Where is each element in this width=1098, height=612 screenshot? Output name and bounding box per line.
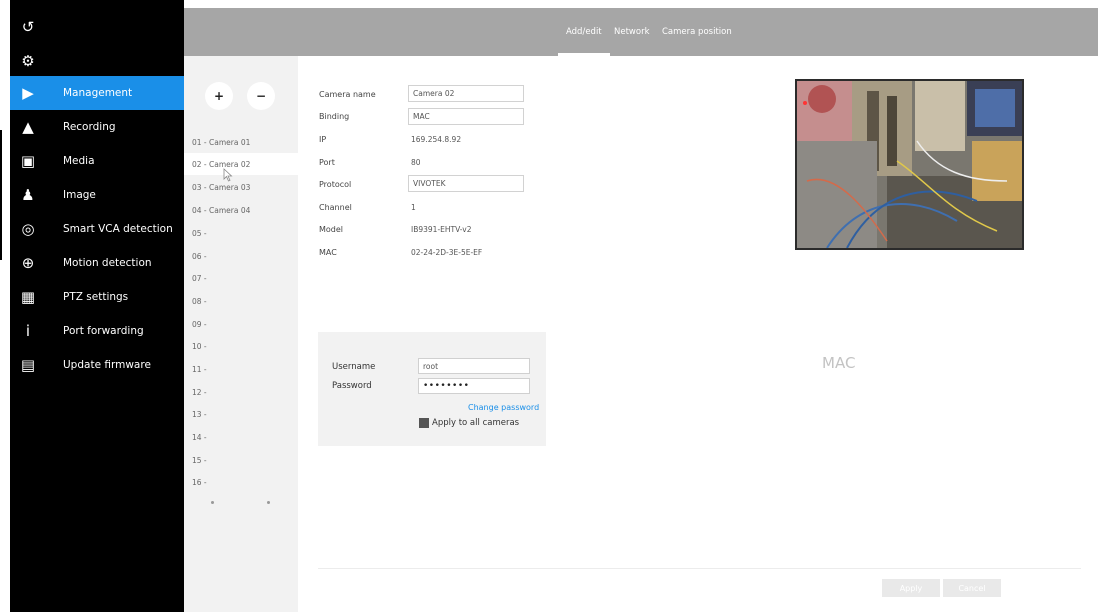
tab-add-edit[interactable]: Add/edit — [558, 8, 610, 56]
camera-list-item[interactable]: 06 - — [184, 245, 298, 267]
camera-preview-image — [795, 79, 1024, 250]
port-label: Port — [319, 157, 335, 167]
credentials-panel: Username root Password •••••••• Change p… — [318, 332, 546, 446]
camera-list-item[interactable]: 14 - — [184, 426, 298, 448]
grid-icon[interactable]: ▦ — [10, 280, 46, 314]
menu-item-motion-detection[interactable]: Motion detection — [46, 246, 184, 280]
password-input[interactable]: •••••••• — [418, 378, 530, 394]
info-icon[interactable]: i — [10, 314, 46, 348]
remove-camera-button[interactable]: − — [247, 82, 275, 110]
camera-list-item[interactable]: 07 - — [184, 267, 298, 289]
mac-value: 02-24-2D-3E-5E-EF — [411, 247, 483, 257]
icon-rail: ↺ ⚙ ▶ ▲ ▣ ♟ ◎ ⊕ ▦ i ▤ — [10, 0, 46, 612]
globe-icon[interactable]: ⊕ — [10, 246, 46, 280]
tab-network[interactable]: Network — [614, 8, 650, 56]
password-label: Password — [332, 381, 372, 391]
binding-indicator: MAC — [822, 354, 856, 372]
camera-list-item[interactable]: 09 - — [184, 313, 298, 335]
camera-list-item[interactable]: 01 - Camera 01 — [184, 131, 298, 153]
change-password-link[interactable]: Change password — [468, 403, 539, 412]
camera-preview-scene — [797, 81, 1022, 248]
menu-item-image[interactable]: Image — [46, 178, 184, 212]
camera-list-item[interactable]: 04 - Camera 04 — [184, 199, 298, 221]
camera-list-item[interactable]: 12 - — [184, 381, 298, 403]
camera-name-field[interactable]: Camera 02 — [408, 85, 524, 102]
channel-label: Channel — [319, 202, 352, 212]
apply-all-checkbox[interactable] — [419, 418, 429, 428]
left-edge — [0, 0, 10, 612]
menu-item-ptz-settings[interactable]: PTZ settings — [46, 280, 184, 314]
ip-label: IP — [319, 134, 327, 144]
binding-select[interactable]: MAC — [408, 108, 524, 125]
binding-label: Binding — [319, 111, 350, 121]
storage-icon[interactable]: ◎ — [10, 212, 46, 246]
camera-list-item-selected[interactable]: 02 - Camera 02 — [184, 153, 304, 175]
camera-icon[interactable]: ▶ — [10, 76, 46, 110]
media-icon[interactable]: ▣ — [10, 144, 46, 178]
scroll-dot — [267, 501, 270, 504]
scroll-dot — [211, 501, 214, 504]
tab-bar: Add/edit Network Camera position — [184, 8, 1098, 56]
apply-all-label: Apply to all cameras — [432, 418, 520, 428]
protocol-label: Protocol — [319, 179, 352, 189]
camera-list-item[interactable]: 08 - — [184, 290, 298, 312]
footer-divider — [318, 568, 1081, 569]
camera-name-label: Camera name — [319, 89, 376, 99]
camera-list-item[interactable]: 15 - — [184, 449, 298, 471]
add-camera-button[interactable]: + — [205, 82, 233, 110]
alert-icon[interactable]: ▲ — [10, 110, 46, 144]
mouse-cursor-icon — [223, 168, 233, 182]
menu-item-management[interactable]: Management — [46, 76, 184, 110]
gear-icon[interactable]: ⚙ — [10, 44, 46, 78]
person-icon[interactable]: ♟ — [10, 178, 46, 212]
username-label: Username — [332, 362, 376, 372]
model-value: IB9391-EHTV-v2 — [411, 224, 472, 234]
model-label: Model — [319, 224, 344, 234]
camera-list-item[interactable]: 16 - — [184, 471, 298, 493]
cancel-button[interactable]: Cancel — [943, 579, 1001, 597]
ip-value: 169.254.8.92 — [411, 134, 462, 144]
menu-item-recording[interactable]: Recording — [46, 110, 184, 144]
back-icon[interactable]: ↺ — [10, 10, 46, 44]
menu-item-smart-vca[interactable]: Smart VCA detection — [46, 212, 184, 246]
menu-item-port-forwarding[interactable]: Port forwarding — [46, 314, 184, 348]
settings-menu: Management Recording Media Image Smart V… — [46, 0, 184, 612]
camera-list-item[interactable]: 05 - — [184, 222, 298, 244]
menu-item-media[interactable]: Media — [46, 144, 184, 178]
protocol-select[interactable]: VIVOTEK — [408, 175, 524, 192]
username-input[interactable]: root — [418, 358, 530, 374]
app-window: ↺ ⚙ ▶ ▲ ▣ ♟ ◎ ⊕ ▦ i ▤ Management Recordi… — [0, 0, 1098, 612]
menu-item-update-firmware[interactable]: Update firmware — [46, 348, 184, 382]
camera-list-item[interactable]: 10 - — [184, 335, 298, 357]
tab-camera-position[interactable]: Camera position — [662, 8, 732, 56]
camera-list-item[interactable]: 11 - — [184, 358, 298, 380]
camera-list-item[interactable]: 13 - — [184, 403, 298, 425]
channel-value: 1 — [411, 202, 416, 212]
port-value: 80 — [411, 157, 421, 167]
mac-label: MAC — [319, 247, 337, 257]
firmware-icon[interactable]: ▤ — [10, 348, 46, 382]
apply-button[interactable]: Apply — [882, 579, 940, 597]
camera-list-item[interactable]: 03 - Camera 03 — [184, 176, 298, 198]
